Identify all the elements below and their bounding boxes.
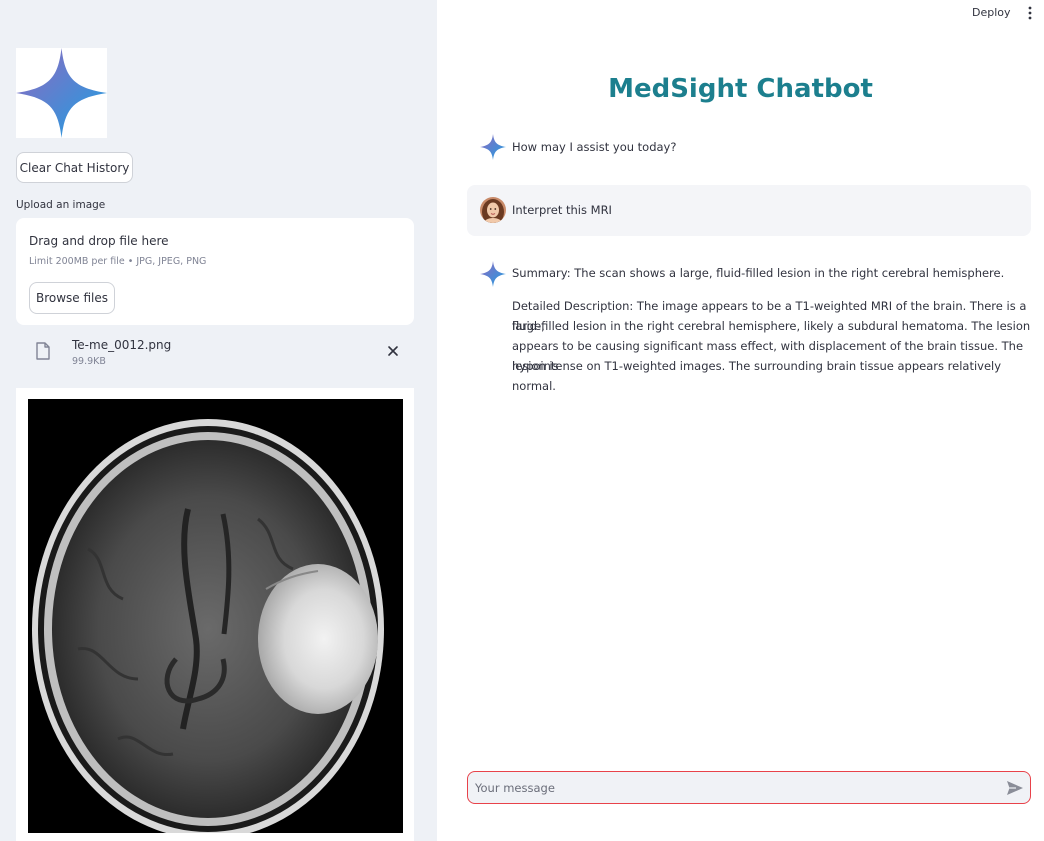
file-dropzone[interactable]: Drag and drop file here Limit 200MB per … xyxy=(16,218,414,325)
message-text: Interpret this MRI xyxy=(512,203,612,217)
user-avatar xyxy=(480,197,506,223)
page-title: MedSight Chatbot xyxy=(608,74,873,104)
uploaded-file-name: Te-me_0012.png xyxy=(72,338,172,352)
sparkle-star-icon xyxy=(16,48,107,138)
chat-message-assistant: Summary: The scan shows a large, fluid-f… xyxy=(467,255,1031,393)
chat-message-input[interactable] xyxy=(475,778,995,798)
deploy-button[interactable]: Deploy xyxy=(972,6,1011,19)
message-summary: Summary: The scan shows a large, fluid-f… xyxy=(512,266,1005,280)
chat-message-user: Interpret this MRI xyxy=(467,185,1031,236)
message-detail-line: hypointense on T1-weighted images. The s… xyxy=(512,359,1002,394)
upload-label: Upload an image xyxy=(16,199,106,211)
clear-chat-history-button[interactable]: Clear Chat History xyxy=(16,152,133,183)
dropzone-title: Drag and drop file here xyxy=(29,234,169,248)
assistant-sparkle-icon xyxy=(480,134,506,160)
assistant-sparkle-icon xyxy=(480,261,506,287)
file-icon xyxy=(36,342,50,364)
mri-scan-image xyxy=(28,399,403,839)
kebab-menu-icon[interactable] xyxy=(1022,5,1038,21)
sidebar: Clear Chat History Upload an image Drag … xyxy=(0,0,437,841)
uploaded-file-size: 99.9KB xyxy=(72,356,106,367)
message-text: How may I assist you today? xyxy=(512,140,677,154)
uploaded-image-preview xyxy=(16,388,414,841)
remove-file-close-icon[interactable] xyxy=(384,342,402,360)
chat-input-box xyxy=(467,771,1031,804)
send-icon[interactable] xyxy=(1006,780,1024,796)
dropzone-limit-text: Limit 200MB per file • JPG, JPEG, PNG xyxy=(29,256,207,267)
uploaded-file-row: Te-me_0012.png 99.9KB xyxy=(16,334,414,374)
browse-files-button[interactable]: Browse files xyxy=(29,282,115,314)
message-detail-line: fluid-filled lesion in the right cerebra… xyxy=(512,319,1031,333)
chat-message-assistant: How may I assist you today? xyxy=(467,130,1031,166)
